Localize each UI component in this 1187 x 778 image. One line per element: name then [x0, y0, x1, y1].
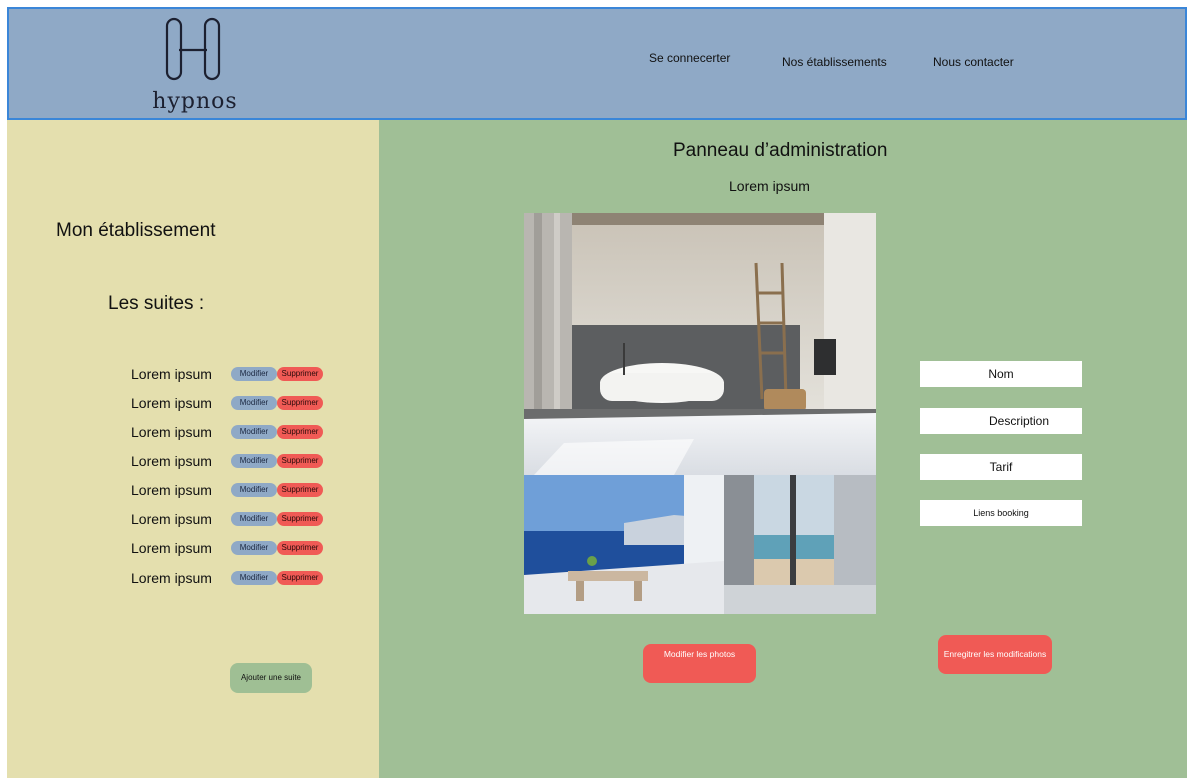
modify-suite-button[interactable]: Modifier [231, 541, 277, 555]
suite-label: Lorem ipsum [131, 424, 212, 440]
suite-name: Lorem ipsum [729, 178, 810, 194]
delete-suite-button[interactable]: Supprimer [277, 425, 323, 439]
suite-label: Lorem ipsum [131, 482, 212, 498]
suite-photo-sea-view [724, 475, 876, 614]
modify-suite-button[interactable]: Modifier [231, 367, 277, 381]
logo-text: hypnos [152, 89, 238, 114]
logo[interactable]: hypnos [135, 13, 245, 117]
suite-row: Lorem ipsum Modifier Supprimer [131, 509, 323, 529]
booking-link-field[interactable]: Liens booking [920, 500, 1082, 526]
suite-row: Lorem ipsum Modifier Supprimer [131, 568, 323, 588]
description-field[interactable]: Description [920, 408, 1082, 434]
nav-contact[interactable]: Nous contacter [933, 55, 1014, 69]
modify-suite-button[interactable]: Modifier [231, 396, 277, 410]
delete-suite-button[interactable]: Supprimer [277, 367, 323, 381]
establishment-title: Mon établissement [56, 220, 216, 241]
nav-login[interactable]: Se connecerter [649, 51, 730, 65]
suite-label: Lorem ipsum [131, 511, 212, 527]
modify-suite-button[interactable]: Modifier [231, 454, 277, 468]
modify-photos-button[interactable]: Modifier les photos [643, 644, 756, 683]
suite-row: Lorem ipsum Modifier Supprimer [131, 538, 323, 558]
header: hypnos Se connecerter Nos établissements… [7, 7, 1187, 120]
modify-suite-button[interactable]: Modifier [231, 483, 277, 497]
price-field[interactable]: Tarif [920, 454, 1082, 480]
suite-label: Lorem ipsum [131, 453, 212, 469]
delete-suite-button[interactable]: Supprimer [277, 483, 323, 497]
suite-row: Lorem ipsum Modifier Supprimer [131, 393, 323, 413]
delete-suite-button[interactable]: Supprimer [277, 571, 323, 585]
suite-label: Lorem ipsum [131, 570, 212, 586]
suite-label: Lorem ipsum [131, 395, 212, 411]
page-title: Panneau d’administration [673, 140, 888, 161]
nav-establishments[interactable]: Nos établissements [782, 55, 887, 69]
page: hypnos Se connecerter Nos établissements… [7, 7, 1187, 778]
admin-panel: Panneau d’administration Lorem ipsum Nom… [379, 120, 1187, 778]
delete-suite-button[interactable]: Supprimer [277, 512, 323, 526]
save-changes-button[interactable]: Enregitrer les modifications [938, 635, 1052, 674]
modify-suite-button[interactable]: Modifier [231, 425, 277, 439]
suite-row: Lorem ipsum Modifier Supprimer [131, 422, 323, 442]
modify-suite-button[interactable]: Modifier [231, 512, 277, 526]
modify-suite-button[interactable]: Modifier [231, 571, 277, 585]
hypnos-logo-icon [165, 17, 221, 81]
suite-photo-terrace [524, 475, 724, 614]
sidebar: Mon établissement Les suites : Lorem ips… [7, 120, 379, 778]
suites-title: Les suites : [108, 293, 205, 314]
suite-photo-bathroom [524, 213, 876, 475]
delete-suite-button[interactable]: Supprimer [277, 541, 323, 555]
suite-row: Lorem ipsum Modifier Supprimer [131, 364, 323, 384]
suite-row: Lorem ipsum Modifier Supprimer [131, 480, 323, 500]
suite-label: Lorem ipsum [131, 540, 212, 556]
add-suite-button[interactable]: Ajouter une suite [230, 663, 312, 693]
delete-suite-button[interactable]: Supprimer [277, 396, 323, 410]
name-field[interactable]: Nom [920, 361, 1082, 387]
suite-row: Lorem ipsum Modifier Supprimer [131, 451, 323, 471]
suite-label: Lorem ipsum [131, 366, 212, 382]
delete-suite-button[interactable]: Supprimer [277, 454, 323, 468]
